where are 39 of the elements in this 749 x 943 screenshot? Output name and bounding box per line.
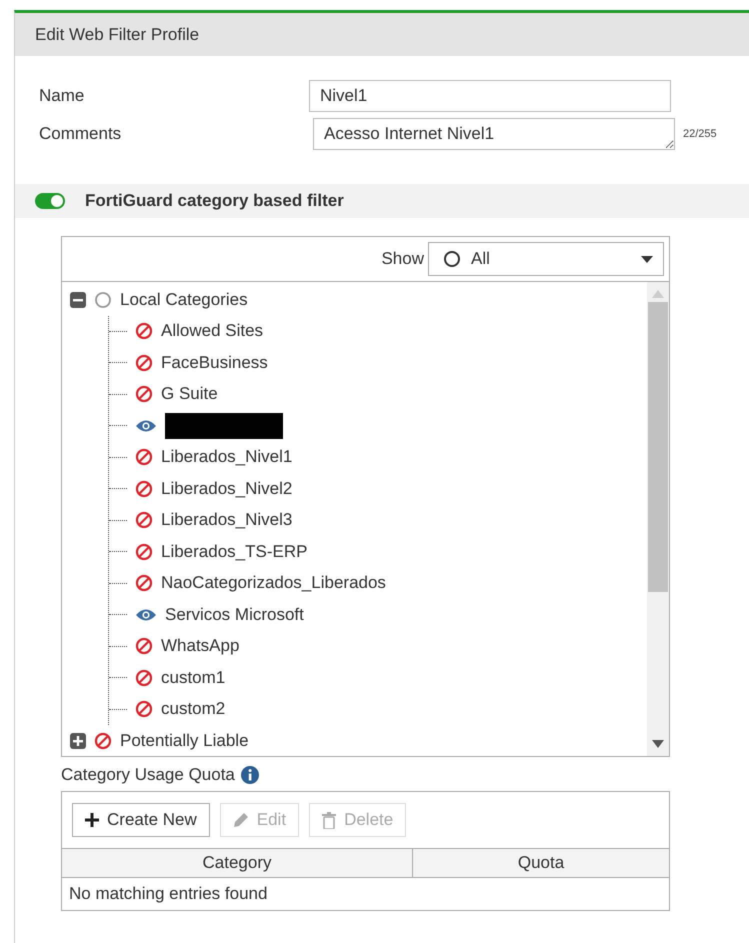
section-title: FortiGuard category based filter <box>85 191 344 211</box>
circle-icon <box>443 250 461 268</box>
field-label: Comments <box>39 124 122 144</box>
column-header[interactable]: Quota <box>412 848 669 878</box>
category-item[interactable]: FaceBusiness <box>161 352 268 373</box>
quota-title: Category Usage Quota <box>61 765 235 785</box>
scrollbar[interactable] <box>647 282 669 756</box>
category-item[interactable]: Liberados_TS-ERP <box>161 542 308 562</box>
show-label: Show <box>381 249 424 269</box>
plus-icon <box>85 813 99 827</box>
create-button[interactable]: Create New <box>72 803 210 837</box>
category-item[interactable]: Servicos Microsoft <box>165 604 304 625</box>
scroll-down-icon[interactable] <box>652 740 664 748</box>
dialog-title: Edit Web Filter Profile <box>15 13 749 56</box>
trash-icon <box>322 812 336 828</box>
collapse-icon[interactable] <box>70 292 86 308</box>
category-item[interactable]: custom1 <box>161 668 226 688</box>
toggle-switch[interactable] <box>35 193 65 209</box>
comments-field[interactable]: Acesso Internet Nivel1 <box>313 118 675 150</box>
pencil-icon <box>232 812 249 828</box>
category-item[interactable]: WhatsApp <box>161 636 240 656</box>
info-icon[interactable] <box>240 766 259 784</box>
category-item[interactable]: Allowed Sites <box>161 321 264 342</box>
category-item[interactable]: Local Categories <box>120 290 248 310</box>
name-field[interactable]: Nivel1 <box>309 80 671 112</box>
character-counter: 22/255 <box>683 128 718 140</box>
category-item[interactable]: Liberados_Nivel3 <box>161 510 292 530</box>
show-dropdown[interactable]: All <box>428 242 664 276</box>
category-item[interactable]: Potentially Liable <box>120 730 249 751</box>
column-header[interactable]: Category <box>62 848 412 878</box>
field-label: Name <box>39 86 86 106</box>
category-item[interactable]: G Suite <box>161 384 218 404</box>
category-item[interactable]: custom2 <box>161 699 226 720</box>
category-item[interactable]: NaoCategorizados_Liberados <box>161 573 386 594</box>
category-item[interactable]: Liberados_Nivel1 <box>161 447 292 468</box>
empty-message: No matching entries found <box>68 883 268 905</box>
caret-icon <box>641 256 653 262</box>
expand-icon[interactable] <box>70 732 86 749</box>
category-item[interactable]: Liberados_Nivel2 <box>161 478 292 499</box>
